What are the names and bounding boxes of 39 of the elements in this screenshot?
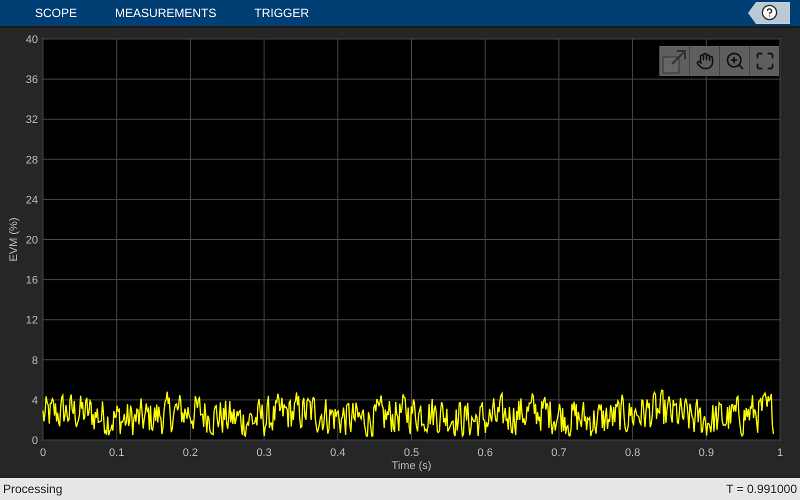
y-tick-label: 12 — [26, 314, 38, 327]
restore-view-button[interactable] — [659, 46, 689, 76]
toolstrip-tab[interactable]: SCOPE — [35, 6, 78, 20]
hand-icon — [696, 52, 714, 70]
y-tick-label: 4 — [32, 394, 38, 407]
x-tick-label: 0.9 — [698, 446, 714, 459]
y-tick-label: 0 — [32, 434, 38, 447]
toolstrip-tab[interactable]: MEASUREMENTS — [115, 6, 216, 20]
x-tick-label: 0.4 — [330, 446, 346, 459]
toolstrip-tab[interactable]: TRIGGER — [254, 6, 310, 20]
x-tick-label: 0.5 — [404, 446, 420, 459]
zoom-in-icon — [724, 50, 744, 71]
help-button[interactable] — [748, 2, 790, 24]
status-text: Processing — [3, 482, 62, 496]
x-tick-label: 0.1 — [109, 446, 124, 459]
y-axis-label: EVM (%) — [8, 217, 20, 262]
x-tick-label: 0 — [40, 446, 46, 459]
fit-view-button[interactable] — [749, 46, 779, 76]
y-tick-label: 16 — [26, 274, 38, 287]
x-tick-label: 0.3 — [256, 446, 272, 459]
x-tick-label: 1 — [776, 446, 784, 459]
y-tick-label: 20 — [26, 234, 38, 246]
simulation-time: T = 0.991000 — [726, 482, 797, 496]
y-tick-label: 24 — [26, 194, 38, 206]
zoom-in-button[interactable] — [719, 46, 749, 76]
x-tick-label: 0.2 — [182, 446, 198, 459]
expand-arrow-icon — [662, 48, 688, 74]
y-tick-label: 40 — [26, 34, 38, 46]
x-tick-label: 0.7 — [551, 446, 567, 459]
y-tick-label: 36 — [26, 74, 38, 86]
maximize-icon — [754, 50, 774, 71]
x-tick-label: 0.8 — [624, 446, 640, 459]
x-axis-label: Time (s) — [392, 460, 432, 472]
x-tick-label: 0.6 — [478, 446, 493, 459]
y-tick-label: 32 — [26, 114, 38, 126]
help-icon — [760, 4, 778, 22]
y-tick-label: 8 — [32, 354, 38, 367]
pan-button[interactable] — [689, 46, 719, 76]
y-tick-label: 28 — [26, 154, 38, 166]
